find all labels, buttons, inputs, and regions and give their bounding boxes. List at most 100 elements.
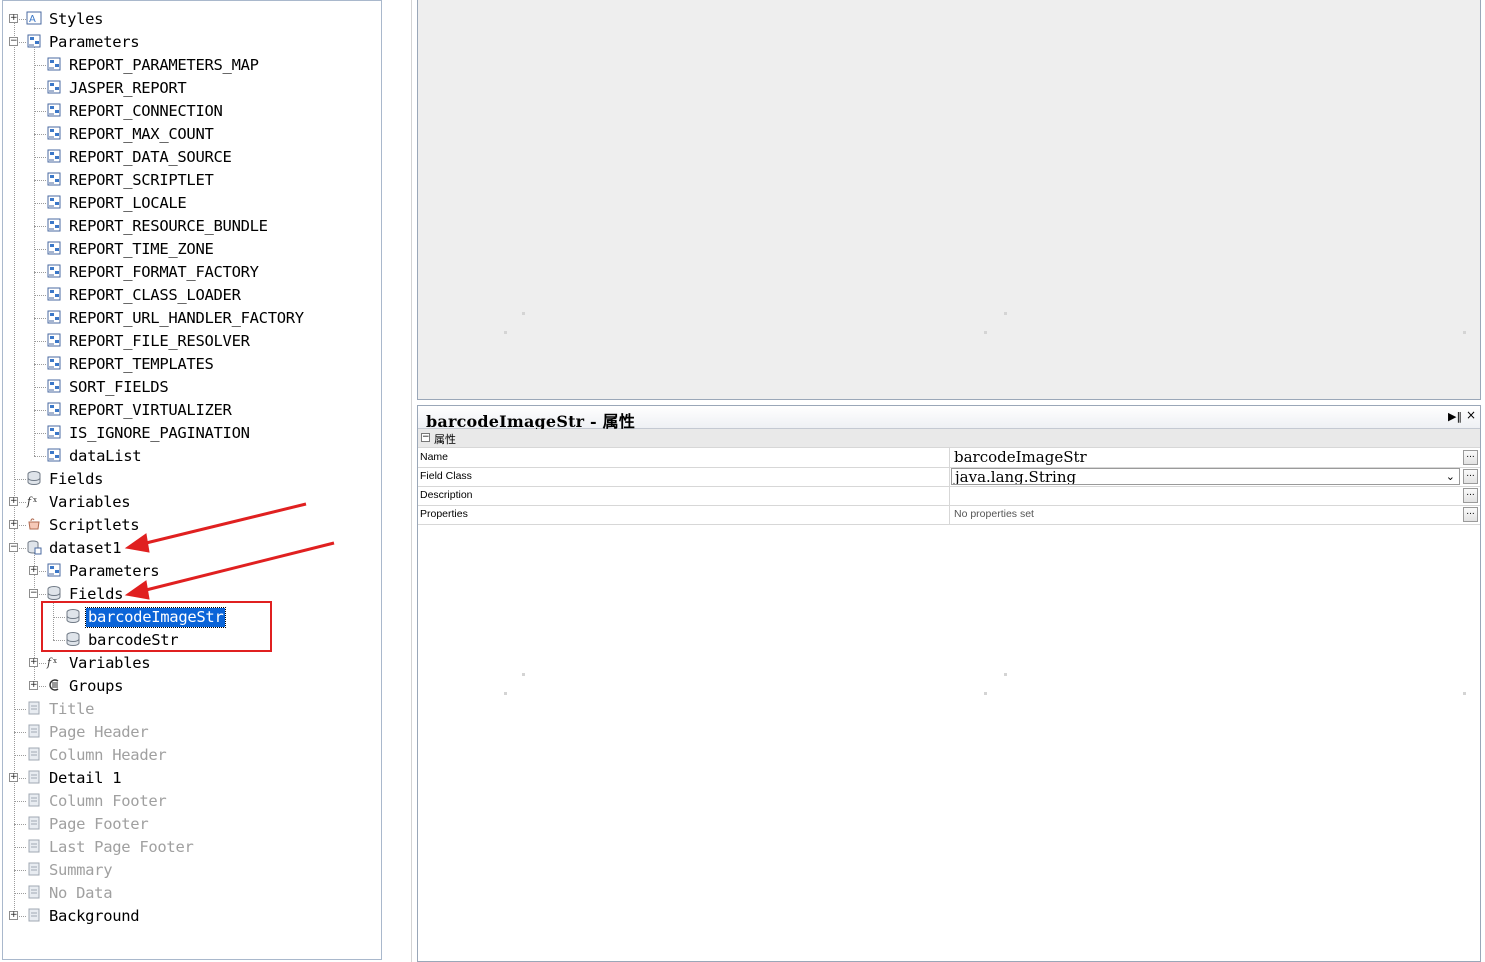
tree-node-report-format-factory[interactable]: REPORT_FORMAT_FACTORY: [3, 261, 381, 284]
tree-node-dataset1[interactable]: − dataset1: [3, 537, 381, 560]
design-canvas[interactable]: [417, 0, 1481, 400]
tree-guide-line: [34, 364, 46, 365]
tree-node-detail-1[interactable]: + Detail 1: [3, 767, 381, 790]
property-row-description[interactable]: Description ...: [418, 486, 1480, 506]
tree-node-report-templates[interactable]: REPORT_TEMPLATES: [3, 353, 381, 376]
tree-node-report-max-count[interactable]: REPORT_MAX_COUNT: [3, 123, 381, 146]
expand-icon[interactable]: +: [9, 773, 18, 782]
column-divider[interactable]: [949, 486, 950, 505]
tree-node-groups[interactable]: + Groups: [3, 675, 381, 698]
tree-node-column-footer[interactable]: Column Footer: [3, 790, 381, 813]
tree-node-label: JASPER_REPORT: [69, 79, 187, 97]
tree-node-last-page-footer[interactable]: Last Page Footer: [3, 836, 381, 859]
tree-node-report-class-loader[interactable]: REPORT_CLASS_LOADER: [3, 284, 381, 307]
tree-node-report-data-source[interactable]: REPORT_DATA_SOURCE: [3, 146, 381, 169]
close-icon[interactable]: ×: [1466, 408, 1476, 422]
tree-node-label: Groups: [69, 677, 124, 695]
band-icon: [26, 746, 42, 762]
tree-node-report-url-handler-factory[interactable]: REPORT_URL_HANDLER_FACTORY: [3, 307, 381, 330]
tree-node-summary[interactable]: Summary: [3, 859, 381, 882]
band-icon: [26, 769, 42, 785]
expand-icon[interactable]: +: [29, 566, 38, 575]
tree-node-fields[interactable]: Fields: [3, 468, 381, 491]
column-divider[interactable]: [949, 467, 950, 486]
tree-node-label: REPORT_CONNECTION: [69, 102, 223, 120]
canvas-grid-dot: [1004, 673, 1007, 676]
tree-node-is-ignore-pagination[interactable]: IS_IGNORE_PAGINATION: [3, 422, 381, 445]
tree-node-label: Styles: [49, 10, 104, 28]
pin-icon[interactable]: ▶‖: [1448, 410, 1462, 423]
name-ellipsis-button[interactable]: ...: [1463, 450, 1478, 465]
tree-node-report-virtualizer[interactable]: REPORT_VIRTUALIZER: [3, 399, 381, 422]
tree-node-variables[interactable]: + f x Variables: [3, 652, 381, 675]
tree-node-background[interactable]: + Background: [3, 905, 381, 928]
svg-text:A: A: [29, 14, 36, 25]
description-ellipsis-button[interactable]: ...: [1463, 488, 1478, 503]
panel-splitter[interactable]: [411, 0, 412, 962]
column-divider[interactable]: [949, 448, 950, 467]
tree-node-label: Variables: [49, 493, 131, 511]
properties-category-label: 属性: [434, 433, 456, 446]
field-class-combobox[interactable]: java.lang.String ⌄: [951, 468, 1460, 485]
expand-icon[interactable]: +: [9, 14, 18, 23]
tree-guide-line: [34, 456, 46, 457]
tree-node-column-header[interactable]: Column Header: [3, 744, 381, 767]
tree-node-report-connection[interactable]: REPORT_CONNECTION: [3, 100, 381, 123]
parameter-icon: [46, 447, 62, 463]
parameter-icon: [46, 217, 62, 233]
tree-node-report-resource-bundle[interactable]: REPORT_RESOURCE_BUNDLE: [3, 215, 381, 238]
expand-icon[interactable]: +: [9, 911, 18, 920]
tree-node-label: Parameters: [49, 33, 140, 51]
tree-node-no-data[interactable]: No Data: [3, 882, 381, 905]
name-value-field[interactable]: barcodeImageStr: [954, 448, 1087, 466]
tree-node-jasper-report[interactable]: JASPER_REPORT: [3, 77, 381, 100]
collapse-icon[interactable]: −: [9, 543, 18, 552]
expand-icon[interactable]: +: [9, 520, 18, 529]
tree-node-parameters[interactable]: − Parameters: [3, 31, 381, 54]
tree-node-report-locale[interactable]: REPORT_LOCALE: [3, 192, 381, 215]
tree-guide-line: [34, 157, 46, 158]
tree-node-report-scriptlet[interactable]: REPORT_SCRIPTLET: [3, 169, 381, 192]
parameter-icon: [46, 309, 62, 325]
collapse-icon[interactable]: −: [421, 433, 430, 442]
parameter-icon: [46, 263, 62, 279]
chevron-down-icon[interactable]: ⌄: [1446, 470, 1455, 483]
property-row-properties[interactable]: Properties No properties set ...: [418, 505, 1480, 525]
properties-category-row[interactable]: − 属性: [418, 429, 1480, 448]
tree-node-datalist[interactable]: dataList: [3, 445, 381, 468]
expand-icon[interactable]: +: [9, 497, 18, 506]
tree-node-sort-fields[interactable]: SORT_FIELDS: [3, 376, 381, 399]
tree-node-title[interactable]: Title: [3, 698, 381, 721]
tree-node-report-time-zone[interactable]: REPORT_TIME_ZONE: [3, 238, 381, 261]
field-class-value: java.lang.String: [955, 468, 1077, 485]
tree-node-label: Page Footer: [49, 815, 149, 833]
parameter-icon: [46, 424, 62, 440]
property-row-name[interactable]: Name barcodeImageStr ...: [418, 448, 1480, 468]
tree-guide-line: [34, 203, 46, 204]
property-row-field-class[interactable]: Field Class java.lang.String ⌄ ...: [418, 467, 1480, 487]
tree-guide-line: [34, 249, 46, 250]
expand-icon[interactable]: +: [29, 681, 38, 690]
tree-node-page-footer[interactable]: Page Footer: [3, 813, 381, 836]
expand-icon[interactable]: +: [29, 658, 38, 667]
column-divider[interactable]: [949, 505, 950, 524]
tree-node-report-file-resolver[interactable]: REPORT_FILE_RESOLVER: [3, 330, 381, 353]
tree-guide-line: [34, 341, 46, 342]
tree-node-label: REPORT_TEMPLATES: [69, 355, 214, 373]
tree-node-variables[interactable]: + f x Variables: [3, 491, 381, 514]
collapse-icon[interactable]: −: [29, 589, 38, 598]
tree-node-styles[interactable]: + A Styles: [3, 8, 381, 31]
tree-guide-line: [34, 180, 46, 181]
collapse-icon[interactable]: −: [9, 37, 18, 46]
properties-ellipsis-button[interactable]: ...: [1463, 507, 1478, 522]
variable-icon: fx: [26, 493, 42, 509]
tree-node-page-header[interactable]: Page Header: [3, 721, 381, 744]
tree-node-scriptlets[interactable]: + Scriptlets: [3, 514, 381, 537]
tree-node-report-parameters-map[interactable]: REPORT_PARAMETERS_MAP: [3, 54, 381, 77]
field-class-ellipsis-button[interactable]: ...: [1463, 469, 1478, 484]
tree-node-label: REPORT_PARAMETERS_MAP: [69, 56, 259, 74]
tree-node-parameters[interactable]: + Parameters: [3, 560, 381, 583]
tree-node-label: SORT_FIELDS: [69, 378, 169, 396]
tree-node-label: No Data: [49, 884, 113, 902]
canvas-grid-dot: [1463, 692, 1466, 695]
